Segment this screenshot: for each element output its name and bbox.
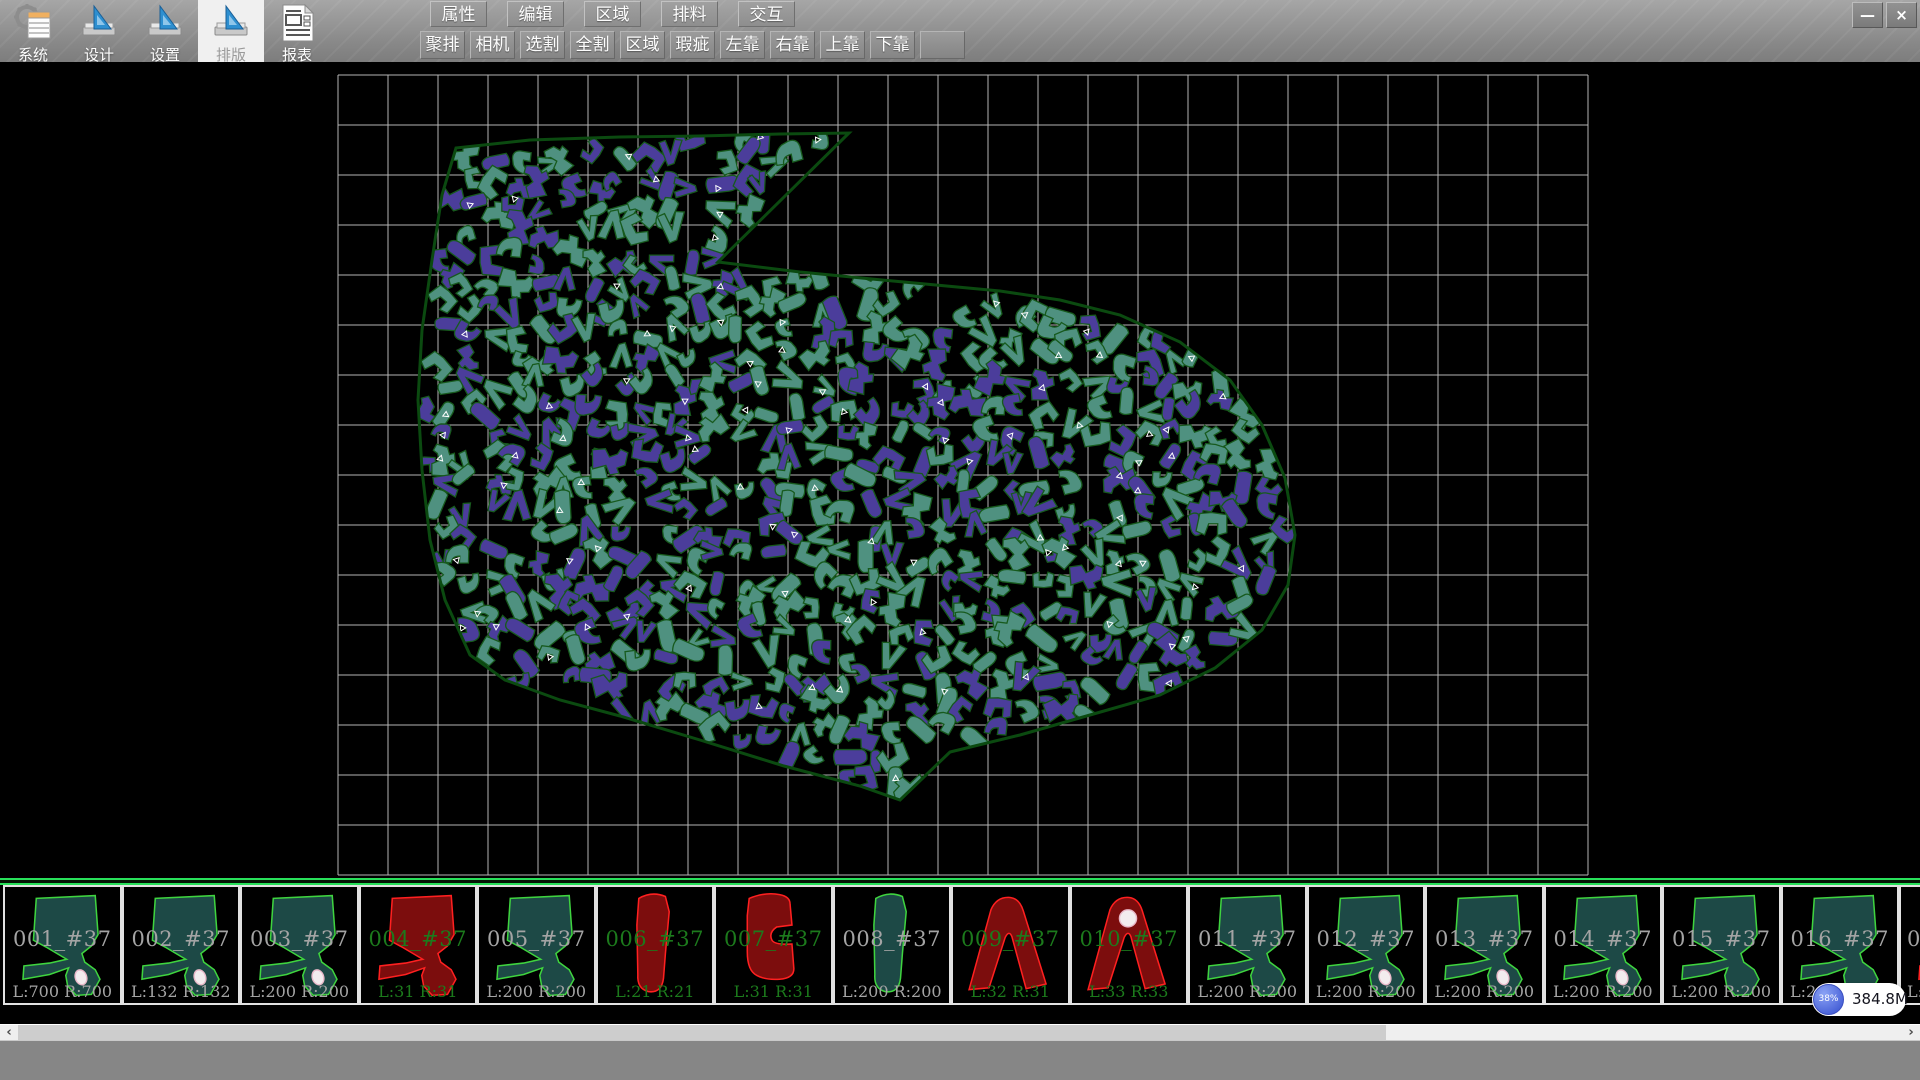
set-square-icon	[143, 3, 187, 43]
part-thumbnail-7[interactable]: 007_#37 L:31 R:31	[714, 885, 833, 1005]
strip-accent-line	[0, 878, 1920, 885]
part-thumbnail-4[interactable]: 004_#37 L:31 R:31	[359, 885, 478, 1005]
part-name-label: 004_#37	[361, 927, 476, 951]
module-button-5[interactable]: 报表	[264, 0, 330, 62]
part-counts-label: L:700 R:700	[5, 982, 120, 1001]
status-badge: 38% 384.8M	[1812, 983, 1906, 1016]
progress-circle: 38%	[1813, 984, 1844, 1015]
part-counts-label: L:31 R:31	[361, 982, 476, 1001]
ribbon-tab-5[interactable]: 交互	[738, 1, 795, 27]
ribbon-tab-3[interactable]: 区域	[584, 1, 641, 27]
part-thumbnail-10[interactable]: 010_#37 L:33 R:33	[1070, 885, 1189, 1005]
part-name-label: 0	[1901, 927, 1920, 951]
module-label: 设计	[84, 44, 114, 65]
part-name-label: 002_#37	[124, 927, 239, 951]
part-name-label: 007_#37	[716, 927, 831, 951]
set-square-icon	[209, 3, 253, 43]
part-thumbnail-3[interactable]: 003_#37 L:200 R:200	[240, 885, 359, 1005]
module-button-4[interactable]: 排版	[198, 0, 264, 62]
part-thumbnail-2[interactable]: 002_#37 L:132 R:132	[122, 885, 241, 1005]
part-name-label: 010_#37	[1072, 927, 1187, 951]
part-name-label: 014_#37	[1546, 927, 1661, 951]
gear-table-icon	[11, 3, 55, 43]
window-controls: — ×	[1852, 2, 1917, 28]
part-thumbnail-11[interactable]: 011_#37 L:200 R:200	[1188, 885, 1307, 1005]
ribbon-tab-row: 属性编辑区域排料交互	[430, 1, 815, 27]
part-counts-label: L:200 R:200	[1309, 982, 1424, 1001]
part-thumbnail-5[interactable]: 005_#37 L:200 R:200	[477, 885, 596, 1005]
tool-button-7[interactable]: 左靠	[720, 31, 765, 59]
part-counts-label: L:200 R:200	[1427, 982, 1542, 1001]
part-thumbnail-8[interactable]: 008_#37 L:200 R:200	[833, 885, 952, 1005]
part-thumbnail-14[interactable]: 014_#37 L:200 R:200	[1544, 885, 1663, 1005]
ribbon-tab-1[interactable]: 属性	[430, 1, 487, 27]
part-name-label: 011_#37	[1190, 927, 1305, 951]
part-counts-label: L:200 R:200	[1546, 982, 1661, 1001]
part-counts-label: L:200 R:200	[1664, 982, 1779, 1001]
part-name-label: 006_#37	[598, 927, 713, 951]
part-counts-label: L:32 R:31	[953, 982, 1068, 1001]
nesting-svg	[0, 62, 1920, 878]
tool-button-2[interactable]: 相机	[470, 31, 515, 59]
report-icon	[275, 3, 319, 43]
tool-button-3[interactable]: 选割	[520, 31, 565, 59]
part-counts-label: L:132 R:132	[124, 982, 239, 1001]
part-thumbnail-15[interactable]: 015_#37 L:200 R:200	[1662, 885, 1781, 1005]
close-button[interactable]: ×	[1886, 2, 1917, 28]
part-thumbnail-12[interactable]: 012_#37 L:200 R:200	[1307, 885, 1426, 1005]
part-counts-label: L:21 R:21	[598, 982, 713, 1001]
module-label: 设置	[150, 44, 180, 65]
part-counts-label: L:200 R:200	[835, 982, 950, 1001]
module-button-2[interactable]: 设计	[66, 0, 132, 62]
module-label: 排版	[216, 44, 246, 65]
minimize-button[interactable]: —	[1852, 2, 1883, 28]
part-thumbnail-9[interactable]: 009_#37 L:32 R:31	[951, 885, 1070, 1005]
tool-button-8[interactable]: 右靠	[770, 31, 815, 59]
part-name-label: 016_#37	[1783, 927, 1898, 951]
module-bar: 系统 设计 设置 排版 报表	[0, 0, 330, 62]
part-thumbnail-6[interactable]: 006_#37 L:21 R:21	[596, 885, 715, 1005]
part-counts-label: L:200 R:200	[242, 982, 357, 1001]
part-name-label: 001_#37	[5, 927, 120, 951]
tool-button-6[interactable]: 瑕疵	[670, 31, 715, 59]
tool-button-5[interactable]: 区域	[620, 31, 665, 59]
tool-button-9[interactable]: 上靠	[820, 31, 865, 59]
part-name-label: 013_#37	[1427, 927, 1542, 951]
part-name-label: 003_#37	[242, 927, 357, 951]
tool-button-4[interactable]: 全割	[570, 31, 615, 59]
horizontal-scrollbar[interactable]: ‹ ›	[0, 1024, 1920, 1040]
strip-gap	[0, 1005, 1920, 1024]
part-thumbnail-13[interactable]: 013_#37 L:200 R:200	[1425, 885, 1544, 1005]
scroll-left-arrow[interactable]: ‹	[0, 1025, 18, 1040]
nesting-canvas[interactable]	[0, 62, 1920, 878]
parts-thumbnail-strip: 001_#37L:700 R:700002_#37L:132 R:132003_…	[0, 885, 1920, 1005]
module-label: 系统	[18, 44, 48, 65]
part-name-label: 005_#37	[479, 927, 594, 951]
part-name-label: 009_#37	[953, 927, 1068, 951]
memory-usage-label: 384.8M	[1852, 983, 1908, 1016]
part-thumbnail-1[interactable]: 001_#37 L:700 R:700	[3, 885, 122, 1005]
module-button-3[interactable]: 设置	[132, 0, 198, 62]
part-name-label: 008_#37	[835, 927, 950, 951]
ribbon-toolbar: 系统设计设置排版报表 属性编辑区域排料交互 聚排相机选割全割区域瑕疵左靠右靠上靠…	[0, 0, 1920, 62]
part-counts-label: L:200 R:200	[1190, 982, 1305, 1001]
ribbon-tool-row: 聚排相机选割全割区域瑕疵左靠右靠上靠下靠	[420, 31, 970, 59]
part-name-label: 015_#37	[1664, 927, 1779, 951]
ribbon-tab-2[interactable]: 编辑	[507, 1, 564, 27]
part-counts-label: L:33 R:33	[1072, 982, 1187, 1001]
tool-button-blank	[920, 31, 965, 59]
set-square-icon	[77, 3, 121, 43]
scrollbar-thumb[interactable]	[18, 1025, 1386, 1040]
tool-button-1[interactable]: 聚排	[420, 31, 465, 59]
scroll-right-arrow[interactable]: ›	[1902, 1025, 1920, 1040]
module-button-1[interactable]: 系统	[0, 0, 66, 62]
tool-button-10[interactable]: 下靠	[870, 31, 915, 59]
part-counts-label: L:31 R:31	[716, 982, 831, 1001]
part-counts-label: L:200 R:200	[479, 982, 594, 1001]
module-label: 报表	[282, 44, 312, 65]
ribbon-tab-4[interactable]: 排料	[661, 1, 718, 27]
part-name-label: 012_#37	[1309, 927, 1424, 951]
window-bottom-bar	[0, 1040, 1920, 1080]
